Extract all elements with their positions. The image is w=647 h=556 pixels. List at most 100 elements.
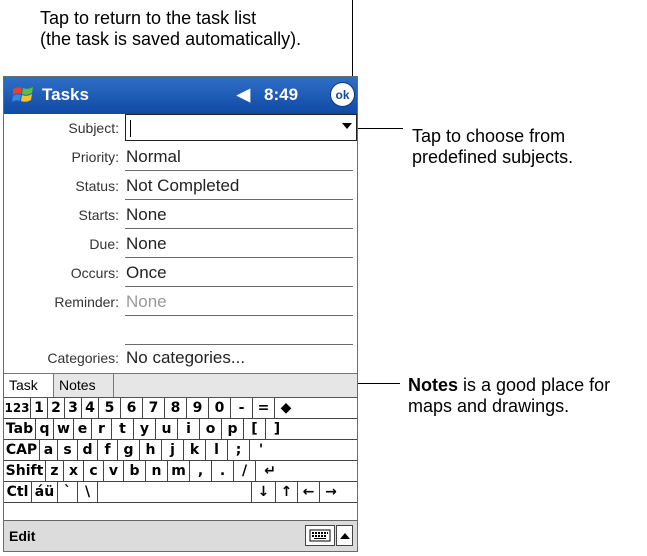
edit-menu[interactable]: Edit bbox=[9, 528, 35, 544]
key-1[interactable]: 1 bbox=[31, 398, 48, 418]
arrow-right-key[interactable]: → bbox=[320, 482, 342, 502]
status-label: Status: bbox=[75, 178, 119, 194]
key-equals[interactable]: = bbox=[253, 398, 275, 418]
arrow-up-key[interactable]: ↑ bbox=[276, 482, 298, 502]
key-s[interactable]: s bbox=[58, 440, 78, 460]
key-w[interactable]: w bbox=[54, 419, 74, 439]
key-comma[interactable]: , bbox=[190, 461, 212, 481]
starts-row[interactable]: Starts: None bbox=[4, 201, 357, 230]
reminder-label: Reminder: bbox=[54, 294, 119, 310]
key-4[interactable]: 4 bbox=[82, 398, 99, 418]
starts-value[interactable]: None bbox=[126, 205, 167, 225]
key-caps[interactable]: CAP bbox=[4, 440, 40, 460]
keyboard-row-5: Ctl áü ` \ ↓ ↑ ← → bbox=[4, 482, 357, 503]
key-o[interactable]: o bbox=[200, 419, 222, 439]
key-period[interactable]: . bbox=[212, 461, 234, 481]
key-i[interactable]: i bbox=[178, 419, 200, 439]
occurs-row[interactable]: Occurs: Once bbox=[4, 259, 357, 288]
soft-keyboard: 123 1 2 3 4 5 6 7 8 9 0 - = ◆ Tab q w e … bbox=[4, 397, 357, 521]
key-q[interactable]: q bbox=[36, 419, 54, 439]
keyboard-row-1: 123 1 2 3 4 5 6 7 8 9 0 - = ◆ bbox=[4, 398, 357, 419]
callout-notes: Notes is a good place for maps and drawi… bbox=[408, 375, 610, 417]
priority-row[interactable]: Priority: Normal bbox=[4, 143, 357, 172]
tab-notes[interactable]: Notes bbox=[54, 374, 114, 397]
subject-combobox[interactable] bbox=[125, 114, 357, 141]
reminder-value[interactable]: None bbox=[126, 292, 167, 312]
key-n[interactable]: n bbox=[146, 461, 168, 481]
chevron-down-icon[interactable] bbox=[342, 123, 352, 129]
menu-bar: Edit bbox=[4, 520, 357, 551]
key-tab[interactable]: Tab bbox=[4, 419, 36, 439]
key-bracket-left[interactable]: [ bbox=[244, 419, 266, 439]
field-underline bbox=[125, 228, 353, 229]
key-y[interactable]: y bbox=[134, 419, 156, 439]
key-backtick[interactable]: ` bbox=[58, 482, 78, 502]
key-5[interactable]: 5 bbox=[99, 398, 121, 418]
key-m[interactable]: m bbox=[168, 461, 190, 481]
space-key[interactable] bbox=[98, 482, 252, 502]
speaker-icon[interactable]: ◀ bbox=[237, 85, 250, 105]
clock[interactable]: 8:49 bbox=[264, 85, 298, 105]
key-k[interactable]: k bbox=[184, 440, 206, 460]
status-value[interactable]: Not Completed bbox=[126, 176, 239, 196]
callout-subject: Tap to choose from predefined subjects. bbox=[412, 126, 573, 168]
app-title: Tasks bbox=[42, 85, 89, 104]
due-row[interactable]: Due: None bbox=[4, 230, 357, 259]
categories-value[interactable]: No categories... bbox=[126, 348, 245, 368]
key-z[interactable]: z bbox=[46, 461, 64, 481]
occurs-value[interactable]: Once bbox=[126, 263, 167, 283]
key-r[interactable]: r bbox=[92, 419, 112, 439]
key-bracket-right[interactable]: ] bbox=[266, 419, 288, 439]
key-shift[interactable]: Shift bbox=[4, 461, 46, 481]
key-b[interactable]: b bbox=[124, 461, 146, 481]
key-g[interactable]: g bbox=[118, 440, 140, 460]
key-123[interactable]: 123 bbox=[4, 398, 31, 418]
tab-task[interactable]: Task bbox=[4, 374, 54, 397]
key-l[interactable]: l bbox=[206, 440, 228, 460]
callout-subject-line2: predefined subjects. bbox=[412, 147, 574, 167]
priority-value[interactable]: Normal bbox=[126, 147, 181, 167]
keyboard-icon[interactable] bbox=[305, 525, 335, 546]
key-c[interactable]: c bbox=[84, 461, 104, 481]
text-caret bbox=[130, 120, 131, 137]
key-a[interactable]: a bbox=[40, 440, 58, 460]
key-9[interactable]: 9 bbox=[187, 398, 209, 418]
key-7[interactable]: 7 bbox=[143, 398, 165, 418]
key-0[interactable]: 0 bbox=[209, 398, 231, 418]
status-row[interactable]: Status: Not Completed bbox=[4, 172, 357, 201]
key-slash[interactable]: / bbox=[234, 461, 256, 481]
key-e[interactable]: e bbox=[74, 419, 92, 439]
key-quote[interactable]: ' bbox=[250, 440, 272, 460]
key-v[interactable]: v bbox=[104, 461, 124, 481]
key-semicolon[interactable]: ; bbox=[228, 440, 250, 460]
enter-key[interactable]: ↵ bbox=[256, 461, 284, 481]
key-u[interactable]: u bbox=[156, 419, 178, 439]
backspace-key[interactable]: ◆ bbox=[275, 398, 297, 418]
key-minus[interactable]: - bbox=[231, 398, 253, 418]
key-f[interactable]: f bbox=[98, 440, 118, 460]
pocketpc-screen: Tasks ◀ 8:49 ok Subject: Priority: Norma… bbox=[3, 76, 358, 552]
key-d[interactable]: d bbox=[78, 440, 98, 460]
key-h[interactable]: h bbox=[140, 440, 162, 460]
key-backslash[interactable]: \ bbox=[78, 482, 98, 502]
categories-row[interactable]: Categories: No categories... bbox=[4, 344, 357, 373]
due-value[interactable]: None bbox=[126, 234, 167, 254]
key-j[interactable]: j bbox=[162, 440, 184, 460]
key-6[interactable]: 6 bbox=[121, 398, 143, 418]
key-accents[interactable]: áü bbox=[32, 482, 58, 502]
chevron-up-icon[interactable] bbox=[336, 525, 353, 546]
key-p[interactable]: p bbox=[222, 419, 244, 439]
key-8[interactable]: 8 bbox=[165, 398, 187, 418]
key-2[interactable]: 2 bbox=[48, 398, 65, 418]
windows-flag-icon[interactable] bbox=[10, 83, 36, 107]
key-3[interactable]: 3 bbox=[65, 398, 82, 418]
key-t[interactable]: t bbox=[112, 419, 134, 439]
arrow-left-key[interactable]: ← bbox=[298, 482, 320, 502]
occurs-label: Occurs: bbox=[70, 265, 119, 281]
callout-subject-leader bbox=[355, 128, 403, 129]
ok-button[interactable]: ok bbox=[330, 82, 355, 107]
key-x[interactable]: x bbox=[64, 461, 84, 481]
arrow-down-key[interactable]: ↓ bbox=[252, 482, 276, 502]
key-ctl[interactable]: Ctl bbox=[4, 482, 32, 502]
reminder-row[interactable]: Reminder: None bbox=[4, 288, 357, 317]
